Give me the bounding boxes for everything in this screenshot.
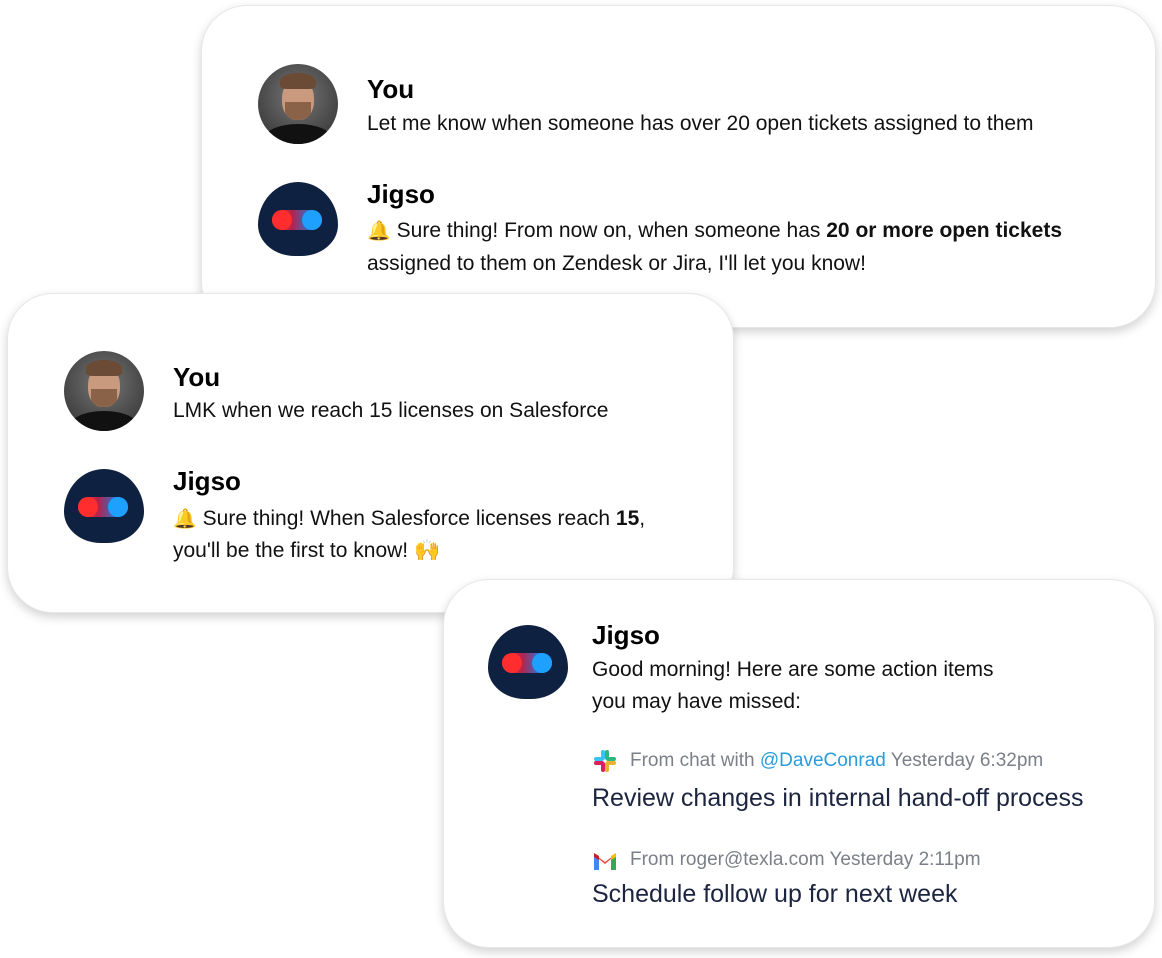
user-name: You xyxy=(173,362,221,392)
user-message: Let me know when someone has over 20 ope… xyxy=(367,112,1034,135)
item-source-slack: From chat with @DaveConrad Yesterday 6:3… xyxy=(630,750,1044,771)
bell-icon: 🔔 xyxy=(367,221,391,242)
mention-link[interactable]: @DaveConrad xyxy=(760,750,886,771)
bot-name: Jigso xyxy=(367,179,435,209)
user-name: You xyxy=(367,74,415,104)
action-item-schedule[interactable]: Schedule follow up for next week xyxy=(592,880,958,909)
action-items-card: Jigso Good morning! Here are some action… xyxy=(443,579,1155,948)
user-avatar xyxy=(64,351,144,431)
greeting-line1: Good morning! Here are some action items xyxy=(592,658,994,681)
bot-message-line2: assigned to them on Zendesk or Jira, I'l… xyxy=(367,252,866,275)
bot-message-line1: 🔔 Sure thing! From now on, when someone h… xyxy=(367,219,1062,242)
user-message: LMK when we reach 15 licenses on Salesfo… xyxy=(173,399,609,422)
item-source-gmail: From roger@texla.com Yesterday 2:11pm xyxy=(630,849,981,870)
slack-icon xyxy=(594,750,616,772)
jigso-avatar xyxy=(488,625,568,699)
jigso-avatar xyxy=(64,469,144,543)
action-item-review[interactable]: Review changes in internal hand-off proc… xyxy=(592,784,1084,813)
jigso-avatar xyxy=(258,182,338,256)
user-avatar xyxy=(258,64,338,144)
chat-card-licenses: You LMK when we reach 15 licenses on Sal… xyxy=(7,293,734,613)
bot-name: Jigso xyxy=(592,620,660,650)
bot-name: Jigso xyxy=(173,466,241,496)
raising-hands-emoji: 🙌 xyxy=(413,539,441,562)
bot-message-line1: 🔔 Sure thing! When Salesforce licenses re… xyxy=(173,507,646,530)
chat-card-tickets: You Let me know when someone has over 20… xyxy=(201,5,1156,328)
bell-icon: 🔔 xyxy=(173,509,197,530)
greeting-line2: you may have missed: xyxy=(592,690,801,713)
gmail-icon xyxy=(594,853,616,870)
bot-message-line2: you'll be the first to know! 🙌 xyxy=(173,539,441,562)
